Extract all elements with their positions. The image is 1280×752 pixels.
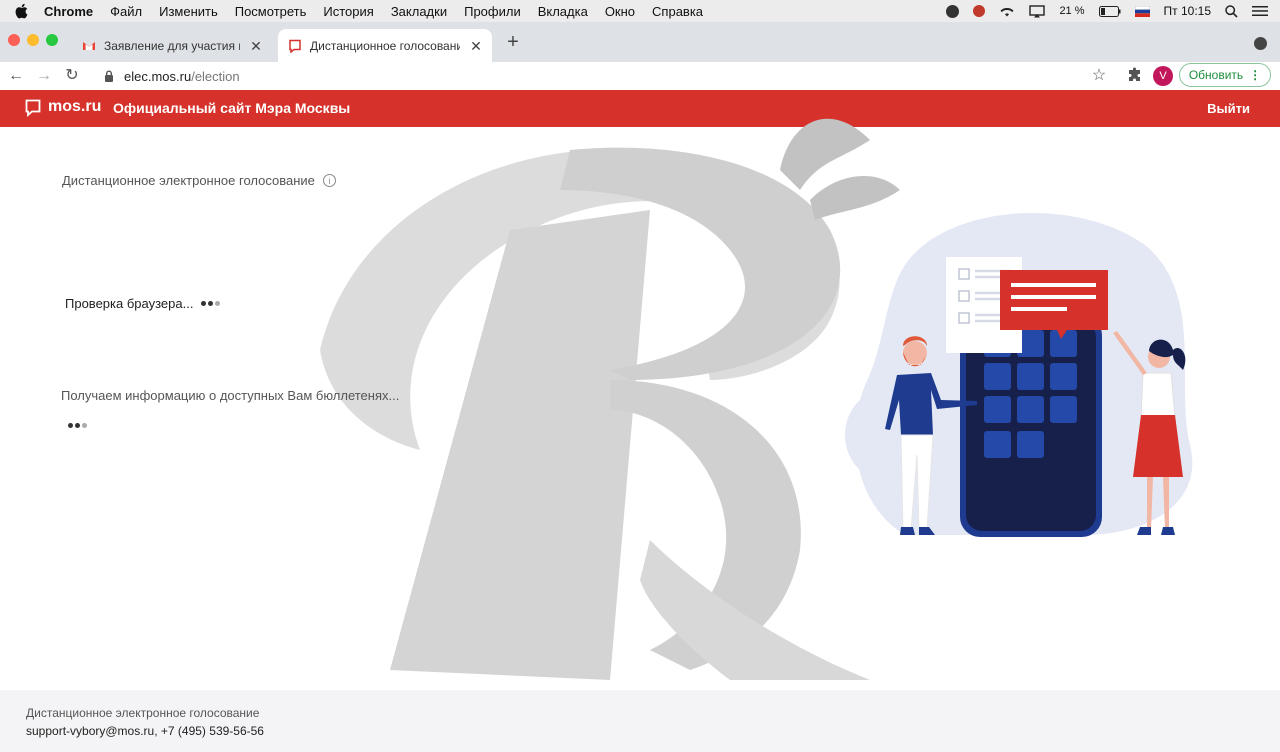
browser-check-text: Проверка браузера...: [65, 296, 194, 311]
page-footer: Дистанционное электронное голосование su…: [0, 690, 1280, 752]
heading-text: Дистанционное электронное голосование: [62, 173, 315, 188]
more-menu-icon[interactable]: ⋮: [1249, 68, 1261, 82]
tab-election[interactable]: Дистанционное голосование ✕: [278, 29, 492, 62]
menu-tab[interactable]: Вкладка: [538, 4, 588, 19]
watermark-logo: [320, 118, 900, 680]
tab-strip: Заявление для участия в дис ✕ Дистанцион…: [0, 22, 1280, 62]
wifi-icon[interactable]: [999, 5, 1015, 17]
menu-history[interactable]: История: [323, 4, 373, 19]
menu-help[interactable]: Справка: [652, 4, 703, 19]
loading-dots-icon: [201, 301, 221, 306]
site-title[interactable]: Официальный сайт Мэра Москвы: [113, 100, 350, 116]
browser-toolbar: ← → ↻ elec.mos.ru/election ☆ V Обновить …: [0, 62, 1280, 91]
logout-link[interactable]: Выйти: [1207, 101, 1250, 116]
update-label: Обновить: [1188, 68, 1244, 82]
maximize-window-button[interactable]: [46, 34, 58, 46]
new-tab-button[interactable]: +: [503, 32, 523, 52]
menu-bookmarks[interactable]: Закладки: [391, 4, 447, 19]
tab-close-icon[interactable]: ✕: [248, 38, 264, 54]
clock[interactable]: Пт 10:15: [1164, 4, 1211, 18]
info-icon[interactable]: i: [322, 174, 336, 187]
spotlight-search-icon[interactable]: [1225, 4, 1238, 18]
mos-icon: [289, 39, 301, 53]
ballots-status: Получаем информацию о доступных Вам бюлл…: [61, 388, 400, 403]
menu-edit[interactable]: Изменить: [159, 4, 218, 19]
apple-icon[interactable]: [14, 3, 28, 19]
gmail-icon: [83, 41, 95, 50]
macos-menubar: Chrome Файл Изменить Посмотреть История …: [0, 0, 1280, 22]
menu-profiles[interactable]: Профили: [464, 4, 521, 19]
menu-file[interactable]: Файл: [110, 4, 142, 19]
site-logo[interactable]: mos.ru: [48, 98, 101, 116]
forward-icon[interactable]: →: [35, 67, 53, 85]
footer-title: Дистанционное электронное голосование: [26, 706, 260, 720]
support-email-link[interactable]: support-vybory@mos.ru: [26, 724, 154, 738]
tab-gmail[interactable]: Заявление для участия в дис ✕: [72, 29, 272, 62]
address-bar[interactable]: elec.mos.ru/election: [96, 64, 1116, 88]
url-host: elec.mos.ru: [124, 68, 192, 84]
flag-icon[interactable]: [1134, 5, 1150, 17]
page-heading: Дистанционное электронное голосование i: [62, 173, 336, 188]
support-phone: , +7 (495) 539-56-56: [154, 724, 264, 738]
lock-icon[interactable]: [104, 70, 114, 82]
bookmark-star-icon[interactable]: ☆: [1090, 67, 1108, 85]
battery-icon[interactable]: [1098, 5, 1121, 17]
tab-title: Дистанционное голосование: [310, 38, 460, 53]
loading-dots-icon: [68, 423, 87, 428]
url-path: /election: [191, 68, 240, 84]
footer-contacts: support-vybory@mos.ru, +7 (495) 539-56-5…: [26, 724, 264, 738]
menu-app-name[interactable]: Chrome: [44, 4, 93, 19]
menu-view[interactable]: Посмотреть: [235, 4, 307, 19]
back-icon[interactable]: ←: [7, 67, 25, 85]
tab-title: Заявление для участия в дис: [104, 38, 240, 53]
record-icon[interactable]: [946, 4, 960, 18]
tab-search-button[interactable]: [1254, 37, 1267, 50]
mos-logo-icon[interactable]: [25, 99, 41, 117]
reload-icon[interactable]: ↻: [63, 67, 81, 85]
minimize-window-button[interactable]: [27, 34, 39, 46]
menu-window[interactable]: Окно: [605, 4, 635, 19]
control-center-icon[interactable]: [1252, 5, 1268, 17]
tab-close-icon[interactable]: ✕: [468, 38, 484, 54]
browser-check-status: Проверка браузера...: [65, 296, 221, 311]
site-header: mos.ru Официальный сайт Мэра Москвы Выйт…: [0, 90, 1280, 127]
battery-percent: 21 %: [1059, 5, 1085, 17]
update-button[interactable]: Обновить ⋮: [1179, 63, 1271, 87]
notification-icon[interactable]: [973, 5, 986, 17]
close-window-button[interactable]: [8, 34, 20, 46]
extensions-icon[interactable]: [1127, 67, 1143, 83]
voting-illustration: [845, 212, 1193, 537]
profile-avatar[interactable]: V: [1153, 66, 1173, 86]
airplay-icon[interactable]: [1029, 4, 1046, 18]
